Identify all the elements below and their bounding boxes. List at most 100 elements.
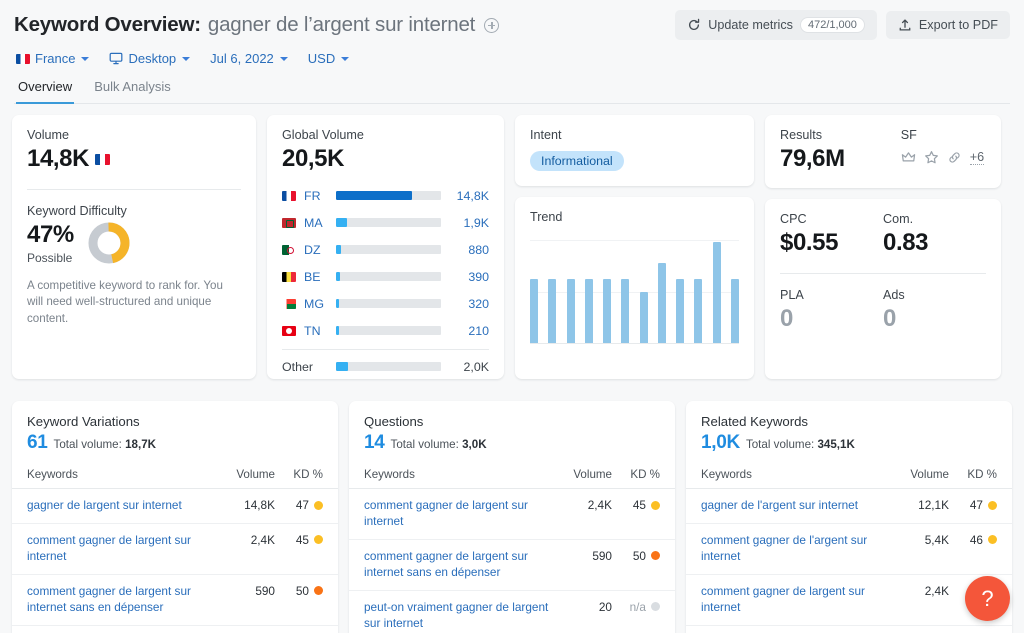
trend-bar [603, 279, 612, 343]
country-volume-bar [336, 218, 441, 227]
keyword-link[interactable]: comment gagner de largent sur internet s… [27, 584, 223, 616]
sf-more-count[interactable]: +6 [969, 150, 985, 165]
keyword-table-card: Keyword Variations 61 Total volume: 18,7K K… [12, 401, 338, 633]
keyword-link[interactable]: gagner de l'argent sur internet [701, 498, 897, 514]
tab-overview[interactable]: Overview [16, 79, 75, 104]
column-volume: Volume [573, 468, 612, 481]
divider [27, 189, 241, 190]
bar-fill [336, 299, 340, 308]
column-kd: KD % [293, 468, 323, 481]
global-volume-row: MG 320 [282, 290, 489, 317]
column-kd: KD % [967, 468, 997, 481]
country-volume-value[interactable]: 880 [447, 243, 489, 257]
page-title: Keyword Overview: gagner de l’argent sur… [14, 13, 500, 37]
column-keywords: Keywords [701, 468, 752, 481]
help-button[interactable]: ? [965, 576, 1010, 621]
ads-block: Ads 0 [883, 288, 986, 333]
trend-bar [694, 279, 703, 343]
results-card: Results 79,6M SF +6 [765, 115, 1001, 188]
filter-device[interactable]: Desktop [109, 51, 191, 66]
keyword-volume: 590 [592, 548, 612, 563]
tab-bulk-analysis[interactable]: Bulk Analysis [92, 79, 173, 104]
table-summary: 61 Total volume: 18,7K [12, 429, 338, 454]
table-summary: 1,0K Total volume: 345,1K [686, 429, 1012, 454]
table-title: Keyword Variations [27, 414, 140, 429]
keyword-link[interactable]: peut-on vraiment gagner de largent sur i… [364, 600, 560, 632]
keyword-overview-page: Keyword Overview: gagner de l’argent sur… [0, 0, 1024, 633]
global-volume-row: TN 210 [282, 317, 489, 344]
country-code[interactable]: FR [304, 189, 330, 203]
keyword-kd: 47 [949, 498, 997, 512]
export-to-pdf-label: Export to PDF [918, 18, 998, 32]
update-metrics-button[interactable]: Update metrics 472/1,000 [675, 10, 877, 40]
table-count[interactable]: 14 [364, 432, 385, 454]
global-volume-value: 20,5K [282, 145, 345, 172]
trend-bar [548, 279, 557, 343]
intent-badge[interactable]: Informational [530, 151, 624, 171]
country-code[interactable]: BE [304, 270, 330, 284]
table-row: comment gagner de largent sur internet s… [349, 540, 675, 591]
table-count[interactable]: 61 [27, 432, 48, 454]
table-row: comment gagner de largent sur internet 2,… [686, 575, 1012, 626]
refresh-icon [689, 18, 700, 30]
country-code[interactable]: MA [304, 216, 330, 230]
kd-dot-icon [314, 535, 323, 545]
kd-dot-icon [314, 586, 323, 596]
filter-currency[interactable]: USD [308, 51, 350, 66]
table-count[interactable]: 1,0K [701, 432, 740, 454]
global-volume-row: MA 1,9K [282, 209, 489, 236]
keyword-link[interactable]: comment gagner de largent sur internet s… [364, 549, 560, 581]
bar-fill [336, 362, 348, 371]
keyword-link[interactable]: comment gagner de l'argent sur internet [701, 533, 897, 565]
keyword-kd: 50 [612, 549, 660, 563]
pla-label: PLA [780, 288, 804, 302]
column-keywords: Keywords [364, 468, 415, 481]
column-kd: KD % [630, 468, 660, 481]
country-volume-value[interactable]: 320 [447, 297, 489, 311]
table-row: gagner de largent sur internet 14,8K 47 [12, 489, 338, 524]
keyword-kd: 45 [612, 498, 660, 512]
bar-fill [336, 191, 412, 200]
column-volume: Volume [910, 468, 949, 481]
star-icon[interactable] [924, 150, 939, 165]
country-code[interactable]: MG [304, 297, 330, 311]
trend-bar-chart [530, 240, 739, 344]
keyword-link[interactable]: comment gagner de largent sur internet [364, 498, 560, 530]
ads-label: Ads [883, 288, 905, 302]
country-volume-value[interactable]: 210 [447, 324, 489, 338]
other-volume-bar [336, 362, 441, 371]
country-volume-value[interactable]: 1,9K [447, 216, 490, 230]
results-value: 79,6M [780, 145, 845, 172]
kd-note: A competitive keyword to rank for. You w… [27, 279, 223, 325]
link-icon[interactable] [947, 150, 962, 165]
keyword-link[interactable]: comment gagner de largent sur internet [27, 533, 223, 565]
country-volume-bar [336, 326, 441, 335]
flag-dz-icon [282, 244, 296, 255]
global-volume-row: FR 14,8K [282, 182, 489, 209]
keyword-volume: 590 [255, 583, 275, 598]
trend-bars [530, 240, 739, 343]
crown-icon[interactable] [901, 150, 916, 165]
filter-date-label: Jul 6, 2022 [210, 51, 274, 66]
keyword-link[interactable]: gagner de largent sur internet [27, 498, 223, 514]
com-value: 0.83 [883, 229, 929, 256]
plus-circle-icon[interactable] [484, 17, 500, 33]
keyword-volume: 2,4K [250, 532, 275, 547]
monitor-icon [110, 52, 123, 65]
table-total-volume: Total volume: 345,1K [745, 438, 855, 451]
country-volume-value[interactable]: 390 [447, 270, 489, 284]
country-code[interactable]: DZ [304, 243, 330, 257]
trend-card: Trend [515, 197, 754, 379]
trend-bar [530, 279, 538, 343]
intent-trend-column: Intent Informational Trend [515, 115, 754, 379]
keyword-link[interactable]: comment gagner de largent sur internet [701, 584, 897, 616]
cpc-card: CPC $0.55 Com. 0.83 PLA 0 Ads 0 [765, 199, 1001, 379]
country-code[interactable]: TN [304, 324, 330, 338]
country-volume-value[interactable]: 14,8K [447, 189, 489, 203]
intent-card: Intent Informational [515, 115, 754, 186]
table-row: gagner de l'argent sur internet 12,1K 47 [686, 489, 1012, 524]
filter-country[interactable]: France [16, 51, 90, 66]
filter-date[interactable]: Jul 6, 2022 [210, 51, 288, 66]
export-to-pdf-button[interactable]: Export to PDF [885, 11, 1010, 39]
table-header-row: Keywords Volume KD % [686, 454, 1012, 489]
